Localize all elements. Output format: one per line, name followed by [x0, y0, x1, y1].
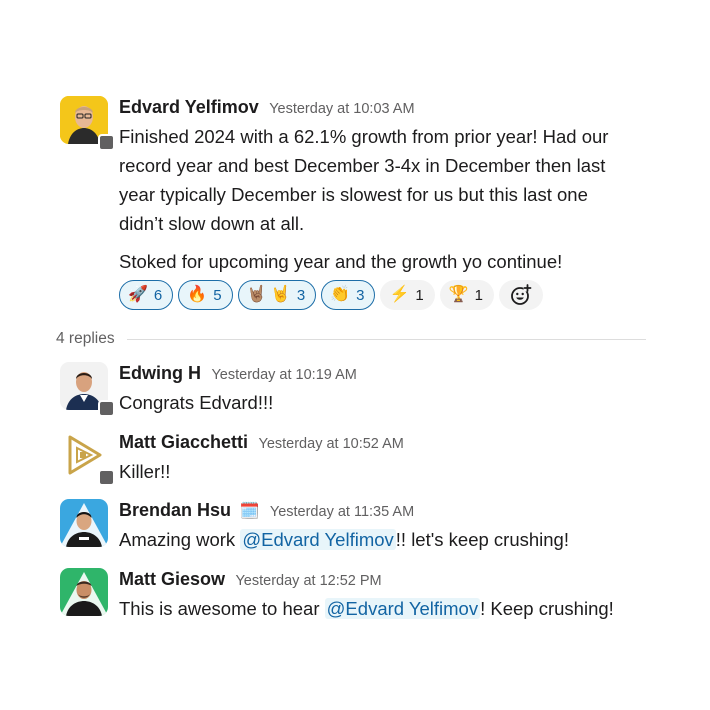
lightning-icon: ⚡: [389, 286, 410, 303]
calendar-status-icon[interactable]: 🗓️: [239, 503, 259, 520]
reaction-count: 1: [474, 286, 483, 304]
message-content: Brendan Hsu 🗓️ Yesterday at 11:35 AM Ama…: [119, 499, 659, 554]
timestamp[interactable]: Yesterday at 10:52 AM: [258, 436, 403, 452]
reaction-rock-on[interactable]: 🤘🏽 🤘 3: [237, 280, 317, 310]
clap-icon: 👏: [330, 286, 351, 303]
rocket-icon: 🚀: [128, 286, 148, 303]
replies-count[interactable]: 4 replies: [56, 330, 115, 348]
message-text: Amazing work: [119, 529, 241, 550]
message-line: didn’t slow down at all.: [119, 213, 305, 234]
author-name[interactable]: Edwing H: [119, 363, 201, 383]
timestamp[interactable]: Yesterday at 10:19 AM: [211, 367, 356, 383]
message-line: Stoked for upcoming year and the growth …: [119, 251, 563, 272]
timestamp[interactable]: Yesterday at 12:52 PM: [235, 573, 381, 589]
reply-message: Edwing H Yesterday at 10:19 AM Congrats …: [60, 362, 660, 417]
message-body: Finished 2024 with a 62.1% growth from p…: [119, 122, 659, 276]
reply-message: Matt Giesow Yesterday at 12:52 PM This i…: [60, 568, 660, 620]
reaction-clap[interactable]: 👏 3: [321, 280, 376, 310]
author-name[interactable]: Matt Giacchetti: [119, 432, 248, 452]
user-mention[interactable]: @Edvard Yelfimov: [240, 529, 396, 550]
person-photo: [60, 499, 108, 547]
message-header: Matt Giacchetti Yesterday at 10:52 AM: [119, 431, 659, 453]
reaction-lightning[interactable]: ⚡ 1: [380, 280, 435, 310]
user-mention[interactable]: @Edvard Yelfimov: [324, 598, 481, 619]
trophy-icon: 🏆: [448, 286, 469, 303]
message-header: Matt Giesow Yesterday at 12:52 PM: [119, 568, 659, 590]
presence-indicator: [98, 400, 115, 417]
timestamp[interactable]: Yesterday at 11:35 AM: [270, 504, 414, 520]
reaction-count: 3: [296, 286, 306, 304]
add-reaction-button[interactable]: [498, 280, 543, 310]
message-line: Finished 2024 with a 62.1% growth from p…: [119, 126, 609, 147]
message-header: Brendan Hsu 🗓️ Yesterday at 11:35 AM: [119, 499, 659, 521]
presence-indicator: [98, 469, 115, 486]
message-content: Edvard Yelfimov Yesterday at 10:03 AM Fi…: [119, 96, 659, 310]
message-header: Edvard Yelfimov Yesterday at 10:03 AM: [119, 96, 659, 118]
message-text: !! let's keep crushing!: [395, 529, 569, 550]
reaction-trophy[interactable]: 🏆 1: [439, 280, 494, 310]
parent-message: Edvard Yelfimov Yesterday at 10:03 AM Fi…: [60, 96, 660, 318]
presence-indicator: [98, 134, 115, 151]
reaction-fire[interactable]: 🔥 5: [178, 280, 233, 310]
reply-message: Matt Giacchetti Yesterday at 10:52 AM Ki…: [60, 431, 660, 486]
reaction-count: 1: [415, 286, 424, 304]
rock-on-icon: 🤘🏽 🤘: [246, 286, 291, 303]
person-photo: [60, 568, 108, 616]
message-text: ! Keep crushing!: [480, 598, 614, 619]
fire-icon: 🔥: [187, 286, 208, 303]
message-body: This is awesome to hear @Edvard Yelfimov…: [119, 594, 659, 623]
add-reaction-icon: [511, 284, 532, 305]
author-name[interactable]: Edvard Yelfimov: [119, 97, 259, 117]
divider-line: [126, 338, 646, 340]
reaction-count: 3: [356, 286, 365, 304]
reactions-bar: 🚀 6 🔥 5 🤘🏽 🤘 3 👏 3 ⚡ 1 🏆 1: [119, 280, 659, 310]
replies-divider: 4 replies: [56, 327, 646, 351]
message-body: Amazing work @Edvard Yelfimov!! let's ke…: [119, 525, 659, 554]
message-line: record year and best December 3-4x in De…: [119, 155, 606, 176]
message-text: This is awesome to hear: [119, 598, 325, 619]
reply-message: Brendan Hsu 🗓️ Yesterday at 11:35 AM Ama…: [60, 499, 660, 551]
reaction-rocket[interactable]: 🚀 6: [119, 280, 174, 310]
message-content: Matt Giesow Yesterday at 12:52 PM This i…: [119, 568, 659, 623]
message-header: Edwing H Yesterday at 10:19 AM: [119, 362, 659, 384]
avatar-matt-giesow[interactable]: [60, 568, 108, 616]
reaction-count: 6: [153, 286, 163, 304]
message-content: Matt Giacchetti Yesterday at 10:52 AM Ki…: [119, 431, 659, 486]
avatar-brendan[interactable]: [60, 499, 108, 547]
message-content: Edwing H Yesterday at 10:19 AM Congrats …: [119, 362, 659, 417]
reaction-count: 5: [213, 286, 222, 304]
message-line: year typically December is slowest for u…: [119, 184, 588, 205]
message-body: Killer!!: [119, 461, 171, 482]
author-name[interactable]: Matt Giesow: [119, 569, 225, 589]
message-body: Congrats Edvard!!!: [119, 392, 274, 413]
timestamp[interactable]: Yesterday at 10:03 AM: [269, 101, 414, 117]
author-name[interactable]: Brendan Hsu: [119, 500, 231, 520]
